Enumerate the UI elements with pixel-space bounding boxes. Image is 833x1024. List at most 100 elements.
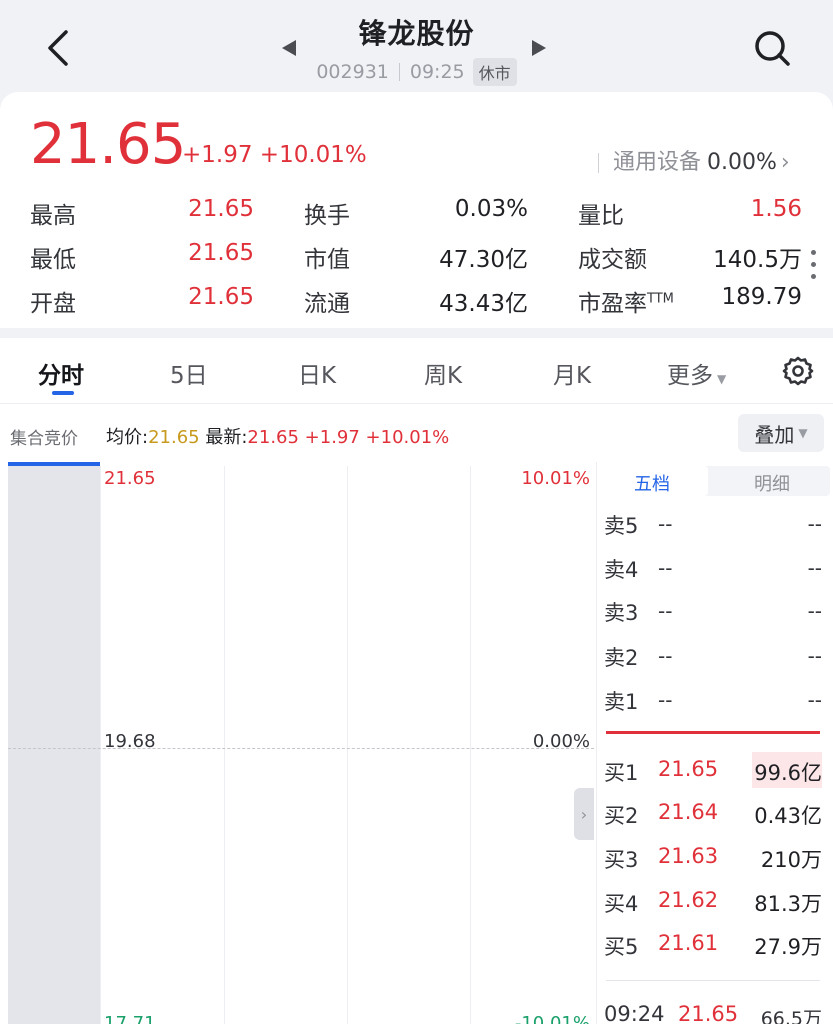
bid5-price: 21.61	[658, 931, 719, 955]
bid4-volume: 81.3万	[754, 892, 822, 916]
grid-line	[347, 466, 348, 1024]
industry-change: 0.00%	[707, 150, 777, 175]
stat-high-label: 最高	[30, 203, 76, 229]
ask2-label: 卖2	[604, 646, 639, 670]
quote-time: 09:25	[409, 61, 465, 83]
bid3-price: 21.63	[658, 844, 719, 868]
bid2-volume: 0.43亿	[754, 804, 822, 828]
avg-label: 均价:	[106, 427, 149, 448]
last-price: 21.65	[30, 112, 186, 177]
tab-monthly-k[interactable]: 月K	[553, 356, 591, 390]
bid5-volume: 27.9万	[754, 935, 822, 959]
trade-time: 09:24	[604, 1002, 665, 1024]
ask3-volume: --	[807, 599, 822, 623]
more-icon[interactable]	[811, 250, 819, 286]
axis-bottom-pct: -10.01%	[514, 1013, 590, 1024]
ask4-price: --	[658, 556, 673, 580]
axis-mid-price: 19.68	[104, 731, 156, 752]
ask1-label: 卖1	[604, 690, 639, 714]
auction-label: 集合竞价	[10, 429, 78, 449]
status-badge: 休市	[472, 58, 517, 86]
bid1-price: 21.65	[658, 757, 719, 781]
ask2-price: --	[658, 644, 673, 668]
tab-intraday[interactable]: 分时	[38, 356, 84, 390]
active-tab-indicator	[52, 391, 74, 395]
axis-mid-pct: 0.00%	[532, 731, 590, 752]
stat-amount-label: 成交额	[578, 247, 647, 273]
stat-open-label: 开盘	[30, 291, 76, 317]
ask1-price: --	[658, 688, 673, 712]
bid2-price: 21.64	[658, 800, 719, 824]
stat-pe-label: 市盈率TTM	[578, 291, 674, 317]
grid-line	[470, 466, 471, 1024]
stat-pe-value: 189.79	[721, 284, 802, 310]
ask3-label: 卖3	[604, 601, 639, 625]
chevron-right-icon: ›	[780, 150, 790, 175]
divider	[606, 980, 820, 981]
search-icon[interactable]	[752, 28, 792, 68]
stat-market-cap-label: 市值	[304, 247, 350, 273]
auction-region	[8, 466, 100, 1024]
tab-five-levels[interactable]: 五档	[634, 470, 670, 496]
price-change: +1.97 +10.01%	[182, 142, 367, 168]
settings-icon[interactable]	[782, 355, 814, 387]
ask3-price: --	[658, 599, 673, 623]
bid-ask-divider	[606, 731, 820, 734]
bid2-label: 买2	[604, 804, 639, 828]
stat-turnover-label: 换手	[304, 203, 350, 229]
bid1-label: 买1	[604, 761, 639, 785]
stat-open-value: 21.65	[188, 284, 254, 310]
axis-top-price: 21.65	[104, 468, 156, 489]
stat-amount-value: 140.5万	[713, 247, 802, 273]
bid4-price: 21.62	[658, 888, 719, 912]
tab-5day[interactable]: 5日	[170, 356, 208, 390]
latest-value: 21.65 +1.97 +10.01%	[247, 427, 450, 448]
stock-name: 锋龙股份	[358, 17, 475, 50]
overlay-button[interactable]: 叠加 ▼	[738, 414, 824, 452]
stat-float-cap-label: 流通	[304, 291, 350, 317]
axis-top-pct: 10.01%	[521, 468, 590, 489]
trade-volume: 66.5万	[760, 1008, 822, 1024]
latest-label: 最新:	[205, 427, 248, 448]
trade-price: 21.65	[678, 1002, 739, 1024]
change-value: +1.97	[182, 142, 253, 168]
stat-volume-ratio-label: 量比	[578, 203, 624, 229]
stat-float-cap-value: 43.43亿	[439, 291, 528, 317]
expand-chevron-icon[interactable]: ›	[574, 788, 594, 840]
ask4-label: 卖4	[604, 558, 639, 582]
stat-low-label: 最低	[30, 247, 76, 273]
divider	[398, 63, 400, 81]
bid5-label: 买5	[604, 935, 639, 959]
stat-market-cap-value: 47.30亿	[439, 247, 528, 273]
axis-bottom-price: 17.71	[104, 1013, 156, 1024]
ask2-volume: --	[807, 644, 822, 668]
change-percent: +10.01%	[259, 142, 367, 168]
industry-label: 通用设备	[613, 150, 702, 175]
tab-daily-k[interactable]: 日K	[298, 356, 336, 390]
avg-latest-info: 均价:21.65 最新:21.65 +1.97 +10.01%	[106, 423, 449, 449]
next-stock-icon[interactable]	[530, 38, 548, 58]
stat-high-value: 21.65	[188, 196, 254, 222]
industry-link[interactable]: 通用设备 0.00% ›	[598, 144, 790, 176]
tab-weekly-k[interactable]: 周K	[424, 356, 462, 390]
grid-line	[100, 466, 101, 1024]
ask5-volume: --	[807, 512, 822, 536]
stat-volume-ratio-value: 1.56	[750, 196, 802, 222]
bid4-label: 买4	[604, 892, 639, 916]
auction-indicator	[8, 462, 100, 466]
ask4-volume: --	[807, 556, 822, 580]
grid-line	[224, 466, 225, 1024]
bid1-volume: 99.6亿	[754, 761, 822, 785]
stock-code: 002931	[316, 61, 389, 83]
prev-stock-icon[interactable]	[280, 38, 298, 58]
stat-low-value: 21.65	[188, 240, 254, 266]
ask5-label: 卖5	[604, 514, 639, 538]
dropdown-icon: ▼	[717, 372, 727, 386]
stat-turnover-value: 0.03%	[454, 196, 528, 222]
ask5-price: --	[658, 512, 673, 536]
tab-more[interactable]: 更多 ▼	[667, 356, 726, 390]
ask1-volume: --	[807, 688, 822, 712]
dropdown-icon: ▼	[798, 426, 808, 440]
tab-trade-detail[interactable]: 明细	[754, 470, 790, 496]
avg-value: 21.65	[148, 427, 200, 448]
